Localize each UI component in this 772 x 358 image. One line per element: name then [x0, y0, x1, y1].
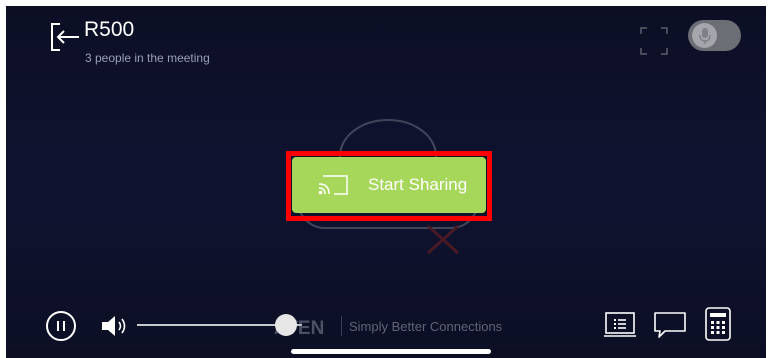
fullscreen-corners-icon[interactable] [639, 26, 669, 56]
cast-icon [318, 175, 348, 195]
start-sharing-button[interactable]: Start Sharing [292, 157, 486, 213]
chat-bubble-icon[interactable] [651, 310, 689, 340]
speaker-icon[interactable] [100, 313, 132, 339]
microphone-icon [692, 23, 717, 48]
brand-divider [341, 316, 342, 336]
volume-slider-thumb[interactable] [274, 314, 297, 336]
keypad-icon[interactable] [704, 306, 732, 342]
brand-tagline: Simply Better Connections [349, 319, 503, 334]
mic-toggle[interactable] [688, 20, 741, 51]
participant-count: 3 people in the meeting [85, 51, 210, 65]
list-icon[interactable] [602, 310, 638, 340]
home-indicator [291, 349, 491, 354]
meeting-title: R500 [84, 18, 135, 41]
pause-icon [57, 321, 65, 331]
pause-button[interactable] [46, 311, 76, 341]
exit-arrow-icon[interactable] [48, 20, 82, 54]
start-sharing-label: Start Sharing [368, 175, 468, 194]
meeting-screen: R500 3 people in the meeting Start Shari… [6, 6, 766, 358]
